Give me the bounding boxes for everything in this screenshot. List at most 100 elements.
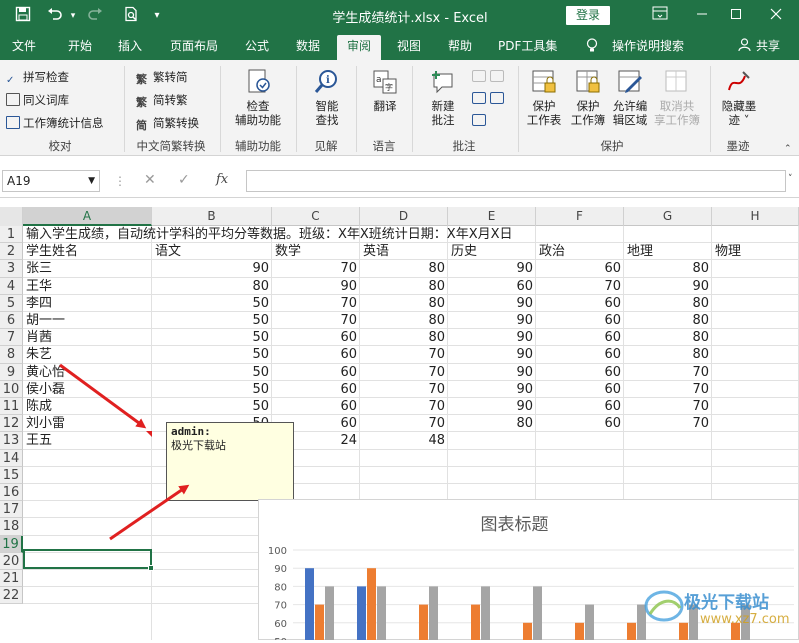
row-header-4[interactable]: 4 xyxy=(0,277,23,295)
student-name-cell[interactable]: 王华 xyxy=(23,278,152,295)
spelling-button[interactable]: ✓ 拼写检查 xyxy=(6,68,69,86)
hide-ink-button[interactable]: 隐藏墨 迹 ˅ xyxy=(716,68,762,127)
smart-lookup-button[interactable]: i 智能 查找 xyxy=(302,68,352,127)
show-all-comments-icon[interactable] xyxy=(472,114,486,126)
score-cell[interactable]: 70 xyxy=(360,398,448,415)
score-cell[interactable]: 60 xyxy=(536,398,624,415)
column-header-g[interactable]: G xyxy=(624,207,712,226)
score-cell[interactable]: 80 xyxy=(624,260,712,277)
score-cell[interactable]: 60 xyxy=(272,329,360,346)
header-cell[interactable]: 物理 xyxy=(712,243,799,260)
score-cell[interactable]: 50 xyxy=(152,398,272,415)
score-cell[interactable]: 90 xyxy=(152,260,272,277)
score-cell[interactable]: 60 xyxy=(448,278,536,295)
thesaurus-button[interactable]: 同义词库 xyxy=(6,91,69,109)
protect-sheet-button[interactable]: 保护 工作表 xyxy=(522,68,566,127)
close-icon[interactable] xyxy=(764,6,788,26)
bar-数学[interactable] xyxy=(627,622,636,640)
save-icon[interactable] xyxy=(12,6,34,26)
bar-英语[interactable] xyxy=(377,586,386,640)
simplified-to-traditional-button[interactable]: 繁简转繁 xyxy=(136,91,188,109)
row-header-10[interactable]: 10 xyxy=(0,380,23,398)
score-cell[interactable]: 70 xyxy=(536,278,624,295)
student-name-cell[interactable]: 王五 xyxy=(23,432,152,449)
tell-me-search[interactable]: 操作说明搜索 xyxy=(612,38,684,54)
enter-check-icon[interactable]: ✓ xyxy=(178,172,190,188)
bar-语文[interactable] xyxy=(305,568,314,640)
fill-handle[interactable] xyxy=(148,565,154,571)
column-header-f[interactable]: F xyxy=(536,207,624,226)
score-cell[interactable]: 70 xyxy=(624,364,712,381)
student-name-cell[interactable]: 刘小雷 xyxy=(23,415,152,432)
spreadsheet-grid[interactable]: A B C D E F G H 1 2 3 4 5 6 7 8 9 10 11 12 13 14 15 16 1… xyxy=(0,207,799,640)
ribbon-display-options-icon[interactable] xyxy=(648,6,672,26)
score-cell[interactable]: 70 xyxy=(272,295,360,312)
maximize-icon[interactable] xyxy=(724,6,748,26)
row-header-19[interactable]: 19 xyxy=(0,535,23,553)
expand-formula-bar-icon[interactable]: ˅ xyxy=(788,174,793,184)
print-preview-icon[interactable] xyxy=(120,6,142,26)
header-cell[interactable]: 政治 xyxy=(536,243,624,260)
student-name-cell[interactable]: 肖茜 xyxy=(23,329,152,346)
name-box[interactable]: A19 ▼ xyxy=(2,170,100,192)
name-box-dropdown-icon[interactable]: ▼ xyxy=(88,171,95,191)
collapse-ribbon-icon[interactable]: ⌃ xyxy=(784,144,792,154)
score-cell[interactable]: 70 xyxy=(360,346,448,363)
score-cell[interactable]: 70 xyxy=(360,364,448,381)
column-header-h[interactable]: H xyxy=(712,207,799,226)
score-cell[interactable]: 50 xyxy=(152,312,272,329)
column-header-e[interactable]: E xyxy=(448,207,536,226)
score-cell[interactable]: 80 xyxy=(360,312,448,329)
row-header-18[interactable]: 18 xyxy=(0,518,23,536)
bar-数学[interactable] xyxy=(471,604,480,640)
bar-英语[interactable] xyxy=(429,586,438,640)
score-cell[interactable]: 60 xyxy=(536,260,624,277)
row-header-12[interactable]: 12 xyxy=(0,415,23,433)
score-cell[interactable]: 80 xyxy=(152,278,272,295)
cell-a1-title[interactable]: 输入学生成绩，自动统计学科的平均分等数据。班级：X年X班统计日期：X年X月X日 xyxy=(23,226,723,243)
score-cell[interactable]: 90 xyxy=(272,278,360,295)
row-header-11[interactable]: 11 xyxy=(0,398,23,416)
score-cell[interactable]: 70 xyxy=(272,260,360,277)
score-cell[interactable]: 80 xyxy=(360,295,448,312)
row-header-5[interactable]: 5 xyxy=(0,294,23,312)
share-button[interactable]: 共享 xyxy=(756,38,780,54)
next-comment-icon[interactable] xyxy=(472,92,486,104)
bar-数学[interactable] xyxy=(575,622,584,640)
row-header-16[interactable]: 16 xyxy=(0,484,23,502)
protect-workbook-button[interactable]: 保护 工作簿 xyxy=(566,68,610,127)
bar-英语[interactable] xyxy=(585,604,594,640)
student-name-cell[interactable]: 李四 xyxy=(23,295,152,312)
score-cell[interactable]: 80 xyxy=(624,312,712,329)
minimize-icon[interactable] xyxy=(690,6,714,26)
column-header-a[interactable]: A xyxy=(23,207,152,226)
score-cell[interactable]: 60 xyxy=(272,381,360,398)
redo-icon[interactable] xyxy=(84,6,106,26)
unshare-workbook-button[interactable]: 取消共 享工作簿 xyxy=(652,68,702,127)
tab-page-layout[interactable]: 页面布局 xyxy=(170,38,218,54)
score-cell[interactable]: 90 xyxy=(448,346,536,363)
student-name-cell[interactable]: 黄心怡 xyxy=(23,364,152,381)
score-cell[interactable]: 50 xyxy=(152,295,272,312)
score-cell[interactable]: 70 xyxy=(624,398,712,415)
tab-insert[interactable]: 插入 xyxy=(118,38,142,54)
row-header-14[interactable]: 14 xyxy=(0,449,23,467)
cancel-icon[interactable]: ✕ xyxy=(144,172,156,188)
score-cell[interactable]: 60 xyxy=(536,364,624,381)
header-cell[interactable]: 学生姓名 xyxy=(23,243,152,260)
score-cell[interactable]: 80 xyxy=(624,346,712,363)
score-cell[interactable]: 50 xyxy=(152,329,272,346)
score-cell[interactable]: 60 xyxy=(536,312,624,329)
score-cell[interactable]: 48 xyxy=(360,432,448,449)
chinese-conversion-button[interactable]: 简简繁转换 xyxy=(136,114,199,132)
score-cell[interactable]: 60 xyxy=(272,346,360,363)
bar-数学[interactable] xyxy=(523,622,532,640)
tab-view[interactable]: 视图 xyxy=(397,38,421,54)
row-header-13[interactable]: 13 xyxy=(0,432,23,450)
score-cell[interactable]: 60 xyxy=(536,346,624,363)
row-header-17[interactable]: 17 xyxy=(0,501,23,519)
row-header-20[interactable]: 20 xyxy=(0,552,23,570)
score-cell[interactable]: 50 xyxy=(152,364,272,381)
score-cell[interactable]: 60 xyxy=(272,364,360,381)
bar-英语[interactable] xyxy=(325,586,334,640)
